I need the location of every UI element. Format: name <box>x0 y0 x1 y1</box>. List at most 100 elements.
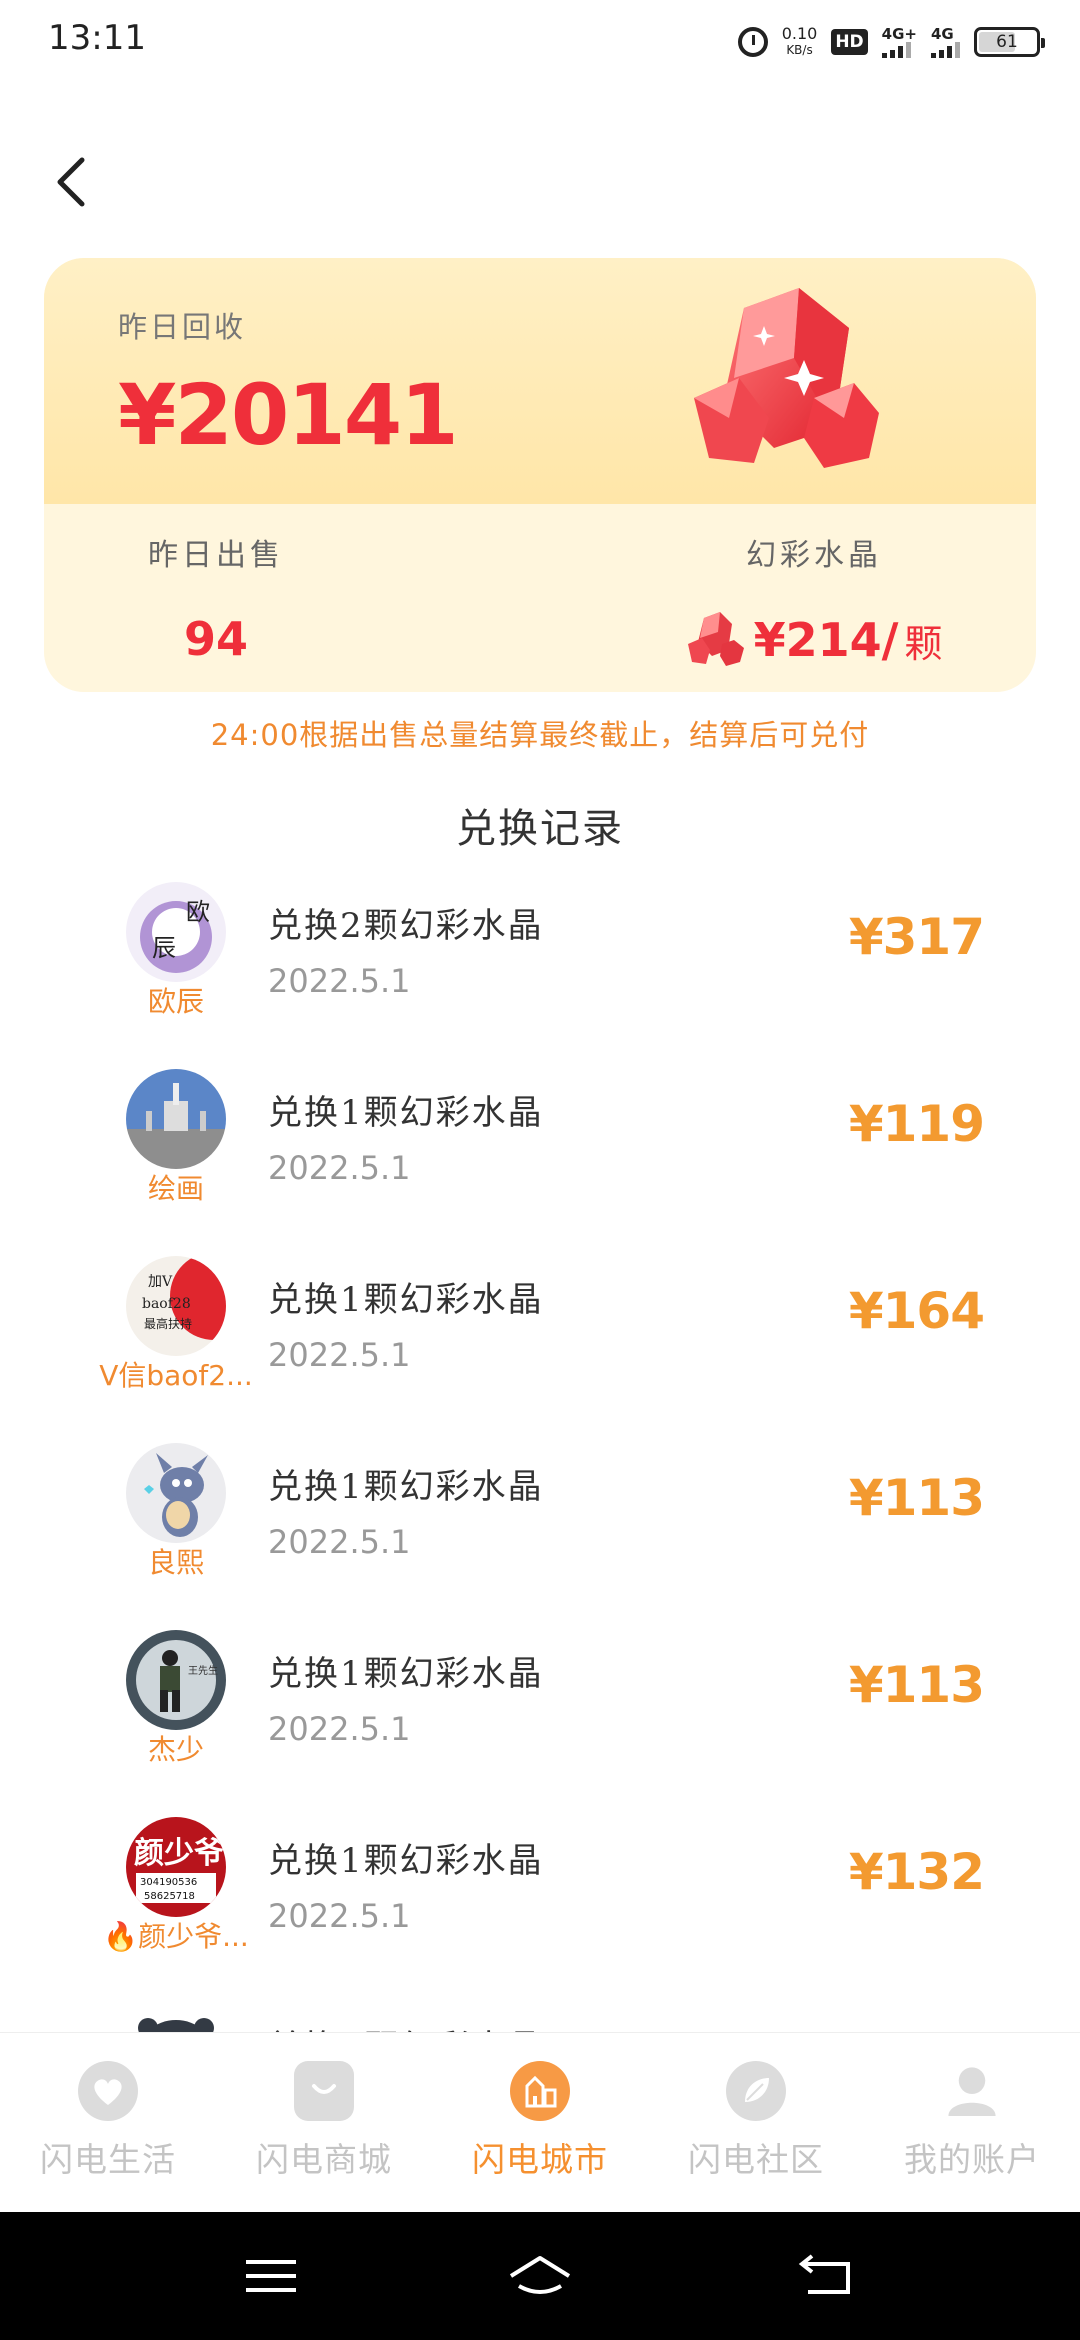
record-date: 2022.5.1 <box>268 1710 411 1748</box>
avatar[interactable] <box>126 1069 226 1169</box>
speed-unit: KB/s <box>786 43 813 57</box>
settlement-notice: 24:00根据出售总量结算最终截止，结算后可兑付 <box>210 718 870 752</box>
crystal-price-value: ¥214/ 颗 <box>644 612 984 668</box>
tab-label: 闪电商城 <box>256 2140 392 2179</box>
record-amount: ¥119 <box>848 1095 985 1153</box>
username: 🔥颜少爷... <box>103 1920 249 1953</box>
tab-life[interactable]: 闪电生活 <box>0 2033 216 2212</box>
avatar[interactable]: 欧 辰 <box>126 882 226 982</box>
yesterday-sold-label: 昨日出售 <box>148 538 284 573</box>
status-time: 13:11 <box>48 18 146 58</box>
record-date: 2022.5.1 <box>268 962 411 1000</box>
avatar-text: 最高扶持 <box>144 1316 192 1331</box>
username: 绘画 <box>147 1172 204 1205</box>
record-date: 2022.5.1 <box>268 1897 411 1935</box>
avatar[interactable]: 加V baof28 最高扶持 <box>126 1256 226 1356</box>
avatar-text: 欧 <box>186 898 210 926</box>
record-title: 兑换1颗幻彩水晶 <box>268 1280 544 1320</box>
chevron-left-icon <box>57 157 85 207</box>
return-icon <box>798 2254 850 2294</box>
list-item[interactable]: 绘画 兑换1颗幻彩水晶 2022.5.1 ¥119 <box>0 1057 1080 1244</box>
net2-label: 4G <box>931 25 954 43</box>
record-title: 兑换2颗幻彩水晶 <box>268 906 544 946</box>
list-item[interactable]: 兑换1颗幻彩水晶 <box>0 1992 1080 2032</box>
menu-button[interactable] <box>236 2250 306 2302</box>
yesterday-recovery-label: 昨日回收 <box>118 310 247 344</box>
network-speed: 0.10 KB/s <box>782 25 818 59</box>
yesterday-recovery-amount: ¥20141 <box>118 366 459 464</box>
list-item[interactable]: 良熙 兑换1颗幻彩水晶 2022.5.1 ¥113 <box>0 1431 1080 1618</box>
user-icon <box>942 2061 1002 2121</box>
yesterday-sold-value: 94 <box>44 612 388 666</box>
avatar[interactable] <box>126 2004 226 2032</box>
record-title: 兑换1颗幻彩水晶 <box>268 1841 544 1881</box>
crystal-label: 幻彩水晶 <box>746 538 882 573</box>
heart-icon <box>78 2061 138 2121</box>
list-item[interactable]: 王先生 杰少 兑换1颗幻彩水晶 2022.5.1 ¥113 <box>0 1618 1080 1805</box>
username: 杰少 <box>147 1733 204 1766</box>
leaf-icon <box>726 2061 786 2121</box>
list-item[interactable]: 颜少爷 304190536 58625718 🔥颜少爷... 兑换1颗幻彩水晶 … <box>0 1805 1080 1992</box>
small-crystal-icon <box>687 612 744 666</box>
battery-icon: 61 <box>974 27 1045 57</box>
signal-4g-plus-icon: 4G+ <box>881 25 917 58</box>
record-title: 兑换1颗幻彩水晶 <box>268 1654 544 1694</box>
record-title: 兑换1颗幻彩水晶 <box>268 2020 544 2032</box>
status-icons: 0.10 KB/s HD 4G+ 4G 61 <box>737 20 1045 64</box>
home-icon <box>509 2256 571 2294</box>
menu-icon <box>246 2260 296 2292</box>
system-nav-bar <box>0 2212 1080 2340</box>
signal-4g-icon: 4G <box>931 26 960 58</box>
home-button[interactable] <box>505 2250 575 2302</box>
tab-city[interactable]: 闪电城市 <box>432 2033 648 2212</box>
tab-label: 闪电城市 <box>472 2140 608 2179</box>
tab-community[interactable]: 闪电社区 <box>648 2033 864 2212</box>
tab-label: 闪电生活 <box>40 2140 176 2179</box>
yesterday-sold-number: 94 <box>183 612 248 666</box>
crystal-icon <box>694 288 879 468</box>
avatar-text: 王先生 <box>188 1664 218 1677</box>
battery-level: 61 <box>996 32 1018 52</box>
avatar-text: 304190536 <box>140 1877 197 1888</box>
avatar-text: 58625718 <box>144 1891 195 1902</box>
username: 欧辰 <box>147 985 204 1018</box>
section-title: 兑换记录 <box>456 806 624 852</box>
avatar-text: 辰 <box>152 934 176 962</box>
crystal-unit: 颗 <box>904 621 943 666</box>
record-date: 2022.5.1 <box>268 1336 411 1374</box>
avatar-text: 颜少爷 <box>134 1836 224 1871</box>
city-icon <box>510 2061 570 2121</box>
list-item[interactable]: 加V baof28 最高扶持 V信baof2... 兑换1颗幻彩水晶 2022.… <box>0 1244 1080 1431</box>
tab-mall[interactable]: 闪电商城 <box>216 2033 432 2212</box>
username: V信baof2... <box>99 1359 253 1392</box>
speed-value: 0.10 <box>781 24 818 43</box>
net1-label: 4G+ <box>881 25 917 43</box>
record-title: 兑换1颗幻彩水晶 <box>268 1467 544 1507</box>
avatar[interactable] <box>126 1443 226 1543</box>
avatar[interactable]: 颜少爷 304190536 58625718 <box>126 1817 226 1917</box>
alarm-icon <box>737 27 768 57</box>
tab-label: 我的账户 <box>904 2140 1040 2179</box>
record-list[interactable]: 欧 辰 欧辰 兑换2颗幻彩水晶 2022.5.1 ¥317 绘画 兑换1颗幻彩水… <box>0 870 1080 2032</box>
avatar[interactable]: 王先生 <box>126 1630 226 1730</box>
tab-account[interactable]: 我的账户 <box>864 2033 1080 2212</box>
avatar-text: baof28 <box>142 1296 191 1312</box>
username: 良熙 <box>147 1546 204 1579</box>
back-button[interactable] <box>48 152 98 212</box>
list-item[interactable]: 欧 辰 欧辰 兑换2颗幻彩水晶 2022.5.1 ¥317 <box>0 870 1080 1057</box>
status-bar: 13:11 0.10 KB/s HD 4G+ 4G 61 <box>0 0 1080 82</box>
record-amount: ¥113 <box>848 1656 985 1714</box>
record-date: 2022.5.1 <box>268 1523 411 1561</box>
shopping-bag-icon <box>294 2061 354 2121</box>
record-amount: ¥132 <box>848 1843 985 1901</box>
record-amount: ¥317 <box>848 908 985 966</box>
tab-label: 闪电社区 <box>688 2140 824 2179</box>
hd-icon: HD <box>831 29 868 55</box>
record-amount: ¥164 <box>848 1282 985 1340</box>
record-date: 2022.5.1 <box>268 1149 411 1187</box>
tab-bar: 闪电生活 闪电商城 闪电城市 闪电社区 我的账户 <box>0 2032 1080 2212</box>
record-amount: ¥113 <box>848 1469 985 1527</box>
back-nav-button[interactable] <box>790 2250 860 2302</box>
crystal-price-number: ¥214/ <box>753 613 899 667</box>
yesterday-sold: 昨日出售 94 <box>44 530 388 666</box>
